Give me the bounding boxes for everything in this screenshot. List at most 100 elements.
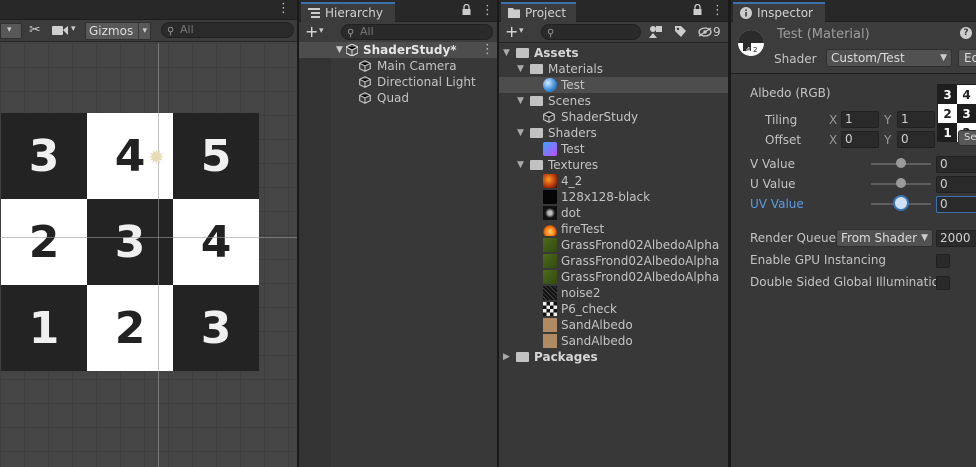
folder-packages[interactable]: ▶ Packages xyxy=(499,349,728,365)
chevron-down-icon[interactable]: ▾ xyxy=(519,26,524,36)
texture-item[interactable]: SandAlbedo xyxy=(499,317,728,333)
checker-tile: 1 xyxy=(1,285,87,371)
tiling-y-field[interactable]: 1 xyxy=(897,111,935,128)
double-sided-gi-checkbox[interactable] xyxy=(936,276,950,290)
scene-toolbar: ▾ ✂ ▾ Gizmos ▾ ⚲ All xyxy=(0,20,297,42)
uv-value-field[interactable]: 0 xyxy=(936,196,976,213)
tools-icon[interactable]: ✂ xyxy=(29,22,41,38)
hierarchy-item[interactable]: Main Camera xyxy=(299,58,497,74)
texture-preview-tile: 3 xyxy=(938,85,957,104)
hierarchy-item-label: Quad xyxy=(377,91,410,105)
lock-icon[interactable] xyxy=(693,3,702,15)
gizmos-button[interactable]: Gizmos ▾ xyxy=(85,22,151,40)
scene-asset-item[interactable]: ShaderStudy xyxy=(499,109,728,125)
folder-scenes[interactable]: ▼ Scenes xyxy=(499,93,728,109)
camera-icon[interactable] xyxy=(52,25,70,39)
u-value-field[interactable]: 0 xyxy=(936,176,976,193)
hierarchy-item[interactable]: Quad xyxy=(299,90,497,106)
camera-dropdown-chevron-icon[interactable]: ▾ xyxy=(71,24,76,34)
texture-item[interactable]: 128x128-black xyxy=(499,189,728,205)
render-queue-dropdown[interactable]: From Shader ▼ xyxy=(836,229,933,247)
hierarchy-more-options-icon[interactable]: ⋮ xyxy=(481,3,494,18)
select-texture-button[interactable]: Se xyxy=(958,130,976,146)
asset-thumbnail-icon xyxy=(543,174,557,188)
offset-label: Offset xyxy=(765,133,802,147)
expand-arrow-icon[interactable]: ▼ xyxy=(517,125,527,141)
expand-arrow-icon[interactable]: ▼ xyxy=(517,61,527,77)
shading-mode-dropdown[interactable]: ▾ xyxy=(0,23,22,39)
v-value-field[interactable]: 0 xyxy=(936,156,976,173)
scene-options-icon[interactable]: ⋮ xyxy=(481,42,494,58)
scene-search-placeholder: All xyxy=(180,23,194,36)
search-by-type-icon[interactable] xyxy=(649,25,663,41)
search-by-label-icon[interactable] xyxy=(674,25,686,41)
asset-thumbnail-icon xyxy=(543,254,557,268)
offset-x-field[interactable]: 0 xyxy=(841,131,879,148)
scene-search-input[interactable]: ⚲ All xyxy=(161,22,294,38)
asset-thumbnail-icon xyxy=(543,222,557,236)
asset-label: fireTest xyxy=(561,222,605,236)
help-icon[interactable]: ? xyxy=(960,27,972,39)
shader-label: Shader xyxy=(774,52,817,66)
directional-light-gizmo-icon[interactable]: ✹ xyxy=(148,147,165,167)
texture-preview-tile: 3 xyxy=(957,104,976,123)
asset-thumbnail-icon xyxy=(543,270,557,284)
hierarchy-search-input[interactable]: ⚲ All xyxy=(341,24,493,40)
expand-arrow-icon[interactable]: ▼ xyxy=(503,45,513,61)
texture-item[interactable]: fireTest xyxy=(499,221,728,237)
texture-item[interactable]: GrassFrond02AlbedoAlpha xyxy=(499,237,728,253)
texture-item[interactable]: GrassFrond02AlbedoAlpha xyxy=(499,253,728,269)
project-search-input[interactable]: ⚲ xyxy=(541,24,641,40)
folder-icon xyxy=(508,7,520,19)
texture-item[interactable]: SandAlbedo xyxy=(499,333,728,349)
render-queue-field[interactable]: 2000 xyxy=(936,230,976,247)
hierarchy-list-icon xyxy=(308,7,320,19)
u-value-label: U Value xyxy=(750,177,796,191)
folder-icon xyxy=(530,128,543,138)
edit-shader-button[interactable]: Ed xyxy=(958,49,976,67)
tab-hierarchy[interactable]: Hierarchy xyxy=(301,2,395,22)
folder-assets[interactable]: ▼ Assets xyxy=(499,45,728,61)
offset-y-field[interactable]: 0 xyxy=(897,131,935,148)
chevron-down-icon[interactable]: ▾ xyxy=(319,26,324,36)
hierarchy-item[interactable]: Directional Light xyxy=(299,74,497,90)
texture-item[interactable]: P6_check xyxy=(499,301,728,317)
expand-arrow-icon[interactable]: ▼ xyxy=(517,93,527,109)
checker-tile: 3 xyxy=(87,199,173,285)
folder-shaders[interactable]: ▼ Shaders xyxy=(499,125,728,141)
gpu-instancing-checkbox[interactable] xyxy=(936,254,950,268)
tab-project[interactable]: Project xyxy=(501,2,576,22)
offset-y-value: 0 xyxy=(901,132,909,146)
project-more-options-icon[interactable]: ⋮ xyxy=(711,3,724,18)
texture-item[interactable]: noise2 xyxy=(499,285,728,301)
asset-thumbnail-icon xyxy=(543,302,557,316)
scene-root-row[interactable]: ▼ ShaderStudy* ⋮ xyxy=(299,42,497,58)
folder-textures[interactable]: ▼ Textures xyxy=(499,157,728,173)
svg-text:4: 4 xyxy=(746,46,751,54)
material-item[interactable]: Test xyxy=(499,77,728,93)
texture-item[interactable]: GrassFrond02AlbedoAlpha xyxy=(499,269,728,285)
shader-asset-item[interactable]: Test xyxy=(499,141,728,157)
uv-value-slider-knob[interactable] xyxy=(895,197,907,209)
tiling-y-value: 1 xyxy=(901,112,909,126)
material-title: Test (Material) xyxy=(777,27,870,42)
expand-arrow-icon[interactable]: ▼ xyxy=(336,42,343,58)
lock-icon[interactable] xyxy=(462,3,471,15)
scene-more-options-icon[interactable]: ⋮ xyxy=(277,1,290,16)
hidden-packages-icon[interactable] xyxy=(698,26,712,40)
collapse-arrow-icon[interactable]: ▶ xyxy=(503,349,513,365)
expand-arrow-icon[interactable]: ▼ xyxy=(517,157,527,173)
tiling-x-field[interactable]: 1 xyxy=(841,111,879,128)
texture-preview-tile: 1 xyxy=(938,123,957,142)
create-asset-button[interactable]: + xyxy=(505,22,518,41)
folder-icon xyxy=(516,352,529,362)
folder-materials[interactable]: ▼ Materials xyxy=(499,61,728,77)
texture-item[interactable]: dot xyxy=(499,205,728,221)
tab-inspector[interactable]: Inspector xyxy=(733,2,825,22)
shader-dropdown[interactable]: Custom/Test ▼ xyxy=(826,49,952,67)
u-value-slider-knob[interactable] xyxy=(896,178,906,188)
v-value-slider-knob[interactable] xyxy=(896,158,906,168)
add-object-button[interactable]: + xyxy=(305,22,318,41)
texture-item[interactable]: 4_2 xyxy=(499,173,728,189)
chevron-down-icon: ▾ xyxy=(7,25,12,35)
